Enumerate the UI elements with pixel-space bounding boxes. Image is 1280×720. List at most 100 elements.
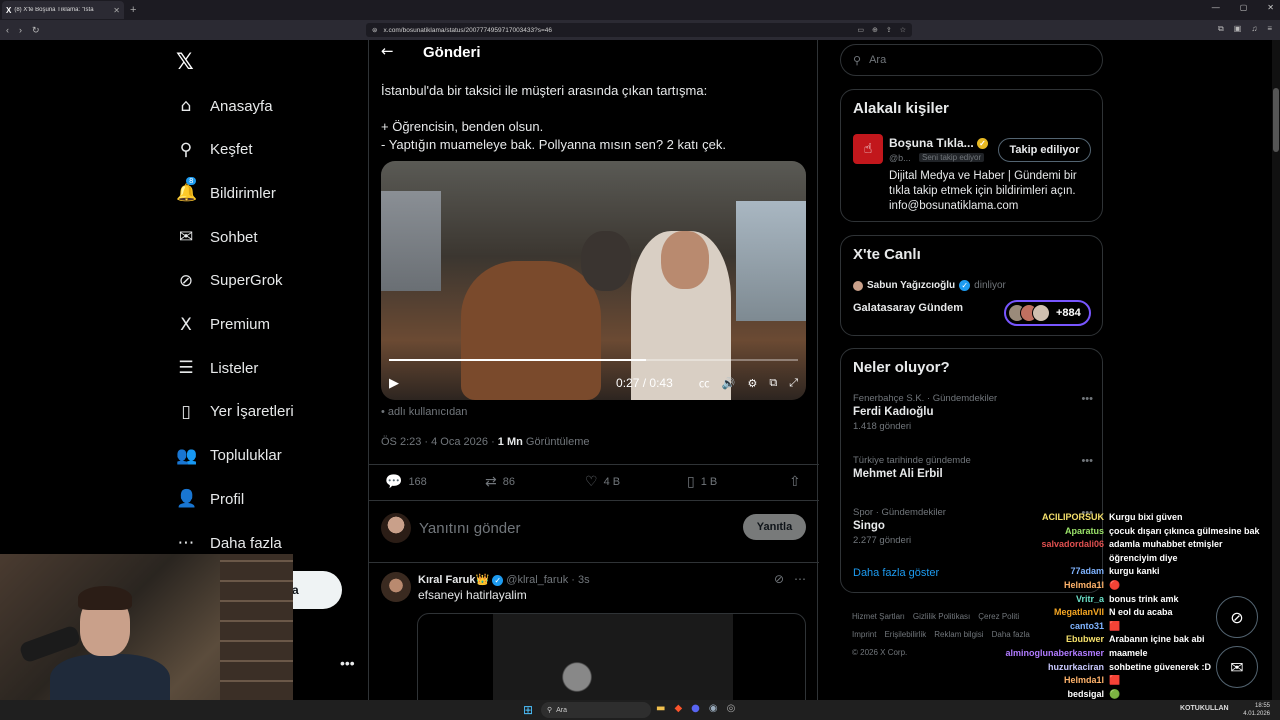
live-host[interactable]: Sabun Yağızcıoğlu ✓ dinliyor — [853, 280, 1006, 291]
messages-fab-icon[interactable]: ✉ — [1216, 646, 1258, 688]
source-note-text[interactable]: adlı kullanıcıdan — [388, 406, 468, 418]
more-icon[interactable]: ••• — [1081, 393, 1093, 405]
video-progress-fill — [389, 359, 646, 361]
play-icon[interactable]: ▶ — [389, 376, 399, 391]
trend-item[interactable]: Fenerbahçe S.K. · Gündemdekiler Ferdi Kad… — [853, 393, 1093, 432]
sidebar-item-label: Premium — [210, 316, 271, 333]
sidebar-item-person[interactable]: 👤 Profil — [176, 484, 244, 514]
related-name[interactable]: Boşuna Tıkla... ✓ — [889, 136, 989, 150]
url-text[interactable]: x.com/bosunatiklama/status/2007774959717… — [383, 27, 552, 34]
sidebar-item-bookmark[interactable]: ▯ Yer İşaretleri — [176, 397, 293, 427]
related-bio: Dijital Medya ve Haber | Gündemi bir tık… — [889, 170, 1077, 212]
bookmark-star-icon[interactable]: ☆ — [900, 26, 906, 34]
settings-icon[interactable]: ⚙ — [747, 377, 757, 390]
browser-tab[interactable]: X (8) X'te Boşuna Tıklama: "İsta ✕ — [2, 1, 124, 19]
captions-icon[interactable]: ㏄ — [699, 375, 710, 391]
footer-link[interactable]: Reklam bilgisi — [934, 630, 983, 639]
music-icon[interactable]: ♫ — [1251, 24, 1257, 34]
chat-message: Helmda1l 🔴 — [1000, 580, 1280, 593]
footer-link[interactable]: Hizmet Şartları — [852, 612, 905, 621]
new-tab-button[interactable]: + — [130, 4, 136, 16]
fullscreen-icon[interactable]: ⤢ — [789, 376, 798, 390]
sidebar-item-search[interactable]: ⚲ Keşfet — [176, 135, 253, 165]
reply-input[interactable]: Yanıtını gönder — [419, 520, 520, 537]
verified-gold-icon: ✓ — [977, 138, 989, 150]
close-tab-icon[interactable]: ✕ — [113, 6, 120, 15]
bookmark-icon: ▯ — [687, 474, 695, 490]
x-logo-icon[interactable]: 𝕏 — [176, 50, 194, 75]
tweet-time[interactable]: ÖS 2:23 · 4 Oca 2026 · — [381, 436, 495, 448]
address-bar[interactable]: ⊜ x.com/bosunatiklama/status/20077749597… — [366, 23, 912, 37]
related-name-text[interactable]: Boşuna Tıkla... — [889, 136, 974, 150]
reply-action[interactable]: 💬 168 — [385, 474, 427, 490]
reply-author-name[interactable]: Kıral Faruk👑 — [418, 574, 489, 586]
scroll-thumb[interactable] — [1273, 88, 1279, 152]
search-input[interactable]: ⚲ Ara — [840, 44, 1103, 76]
footer-link[interactable]: Imprint — [852, 630, 876, 639]
sidebar-item-x[interactable]: X Premium — [176, 310, 270, 340]
reply-media[interactable] — [417, 613, 806, 703]
windows-start-icon[interactable]: ⊞ — [523, 703, 533, 717]
taskbar-apps: ▬ ◆ ● ◉ ◎ — [656, 703, 735, 714]
taskbar-search[interactable]: ⚲ Ara — [541, 702, 651, 718]
window-close-icon[interactable]: ✕ — [1267, 3, 1274, 12]
avatar[interactable] — [381, 513, 411, 543]
footer-link[interactable]: Gizlilik Politikası — [913, 612, 970, 621]
sidebar-item-mail[interactable]: ✉ Sohbet — [176, 222, 258, 252]
footer-link[interactable]: Erişilebilirlik — [884, 630, 926, 639]
more-icon[interactable]: ••• — [1081, 455, 1093, 467]
scrollbar[interactable] — [1272, 40, 1280, 700]
brave-icon[interactable]: ◆ — [674, 703, 682, 714]
reader-icon[interactable]: ▭ — [857, 26, 864, 34]
divider — [369, 500, 819, 501]
repost-action[interactable]: ⇄ 86 — [485, 474, 515, 490]
pip-icon[interactable]: ⧉ — [769, 376, 777, 390]
menu-icon[interactable]: ≡ — [1267, 24, 1272, 34]
site-info-icon[interactable]: ⊜ — [372, 26, 377, 34]
chat-username: Helmda1l — [1063, 675, 1104, 686]
wallet-icon[interactable]: ▣ — [1234, 24, 1242, 34]
video-progress-bar[interactable] — [389, 359, 798, 361]
sidebar-item-people[interactable]: 👥 Topluluklar — [176, 441, 282, 471]
share-action[interactable]: ⇧ — [789, 474, 801, 490]
sidebar-item-label: Topluluklar — [210, 447, 282, 465]
reply-author-handle[interactable]: @klral_faruk · 3s — [506, 574, 589, 586]
obs-icon[interactable]: ◎ — [727, 703, 736, 714]
post-button[interactable]: a — [290, 571, 342, 609]
grok-icon[interactable]: ⊘ — [774, 572, 784, 586]
avatar[interactable]: ☝ — [853, 134, 883, 164]
footer-link[interactable]: © 2026 X Corp. — [852, 648, 907, 657]
more-icon[interactable]: ⋯ — [794, 572, 806, 586]
following-button[interactable]: Takip ediliyor — [998, 138, 1091, 162]
trend-item[interactable]: Türkiye tarihinde gündemde Mehmet Ali Erb… — [853, 455, 1093, 480]
discord-icon[interactable]: ● — [691, 703, 700, 714]
listeners-pill[interactable]: +884 — [1004, 300, 1091, 326]
tweet-video[interactable]: ▶ 0:27 / 0:43 ㏄ 🔊 ⚙ ⧉ ⤢ — [381, 161, 806, 400]
steam-icon[interactable]: ◉ — [709, 703, 718, 714]
back-icon[interactable]: ‹ — [6, 25, 9, 35]
maximize-icon[interactable]: ▢ — [1240, 3, 1248, 12]
volume-icon[interactable]: 🔊 — [722, 377, 736, 390]
forward-icon[interactable]: › — [19, 25, 22, 35]
sidebar-item-list[interactable]: ☰ Listeler — [176, 353, 258, 383]
grok-fab-icon[interactable]: ⊘ — [1216, 596, 1258, 638]
share-icon[interactable]: ⇪ — [886, 26, 892, 34]
account-more-icon[interactable]: ••• — [340, 655, 355, 671]
related-handle[interactable]: @b... — [889, 153, 911, 163]
space-title[interactable]: Galatasaray Gündem — [853, 302, 963, 314]
zoom-icon[interactable]: ⊕ — [872, 26, 878, 34]
extensions-icon[interactable]: ⧉ — [1218, 24, 1224, 34]
minimize-icon[interactable]: — — [1212, 3, 1220, 12]
avatar — [1032, 304, 1050, 322]
avatar[interactable] — [381, 572, 411, 602]
back-arrow-icon[interactable]: ← — [381, 42, 394, 60]
reply-button[interactable]: Yanıtla — [743, 514, 806, 540]
sidebar-item-grok[interactable]: ⊘ SuperGrok — [176, 266, 283, 296]
folder-icon[interactable]: ▬ — [656, 703, 665, 714]
sidebar-item-bell[interactable]: 🔔 8 Bildirimler — [176, 177, 276, 208]
sidebar-item-home[interactable]: ⌂ Anasayfa — [176, 91, 273, 121]
bookmark-action[interactable]: ▯ 1 B — [687, 474, 717, 490]
show-more-link[interactable]: Daha fazla göster — [853, 567, 939, 579]
like-action[interactable]: ♡ 4 B — [585, 474, 620, 490]
reload-icon[interactable]: ↻ — [32, 25, 40, 36]
